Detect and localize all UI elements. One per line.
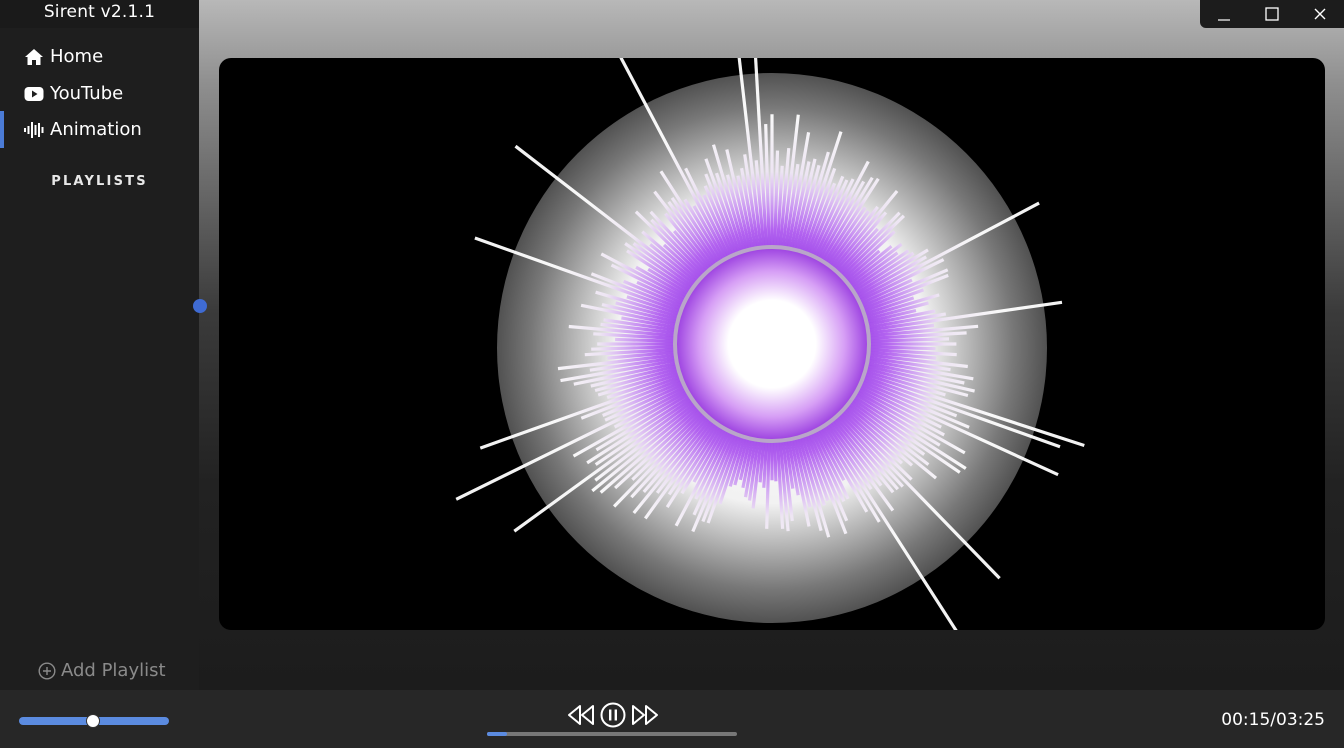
visualizer-core-ring [673,245,871,443]
pause-circle-icon [600,702,626,728]
app-title: Sirent v2.1.1 [0,0,199,28]
previous-button[interactable] [566,703,596,727]
current-time: 00:15 [1221,710,1271,730]
fast-forward-icon [632,705,658,725]
pause-button[interactable] [599,701,627,729]
home-icon [24,47,46,67]
visualizer-bar [842,201,1040,309]
time-display: 00:15 / 03:25 [1221,710,1325,730]
audio-wave-icon [24,120,46,140]
add-playlist-button[interactable]: Add Playlist [38,660,166,681]
rewind-icon [568,705,594,725]
add-playlist-label: Add Playlist [61,660,166,681]
audio-visualizer [455,58,1085,630]
sidebar-item-youtube[interactable]: YouTube [0,75,199,112]
sidebar-item-home[interactable]: Home [0,38,199,75]
plus-circle-icon [38,661,56,680]
minimize-button[interactable] [1200,0,1248,28]
sidebar-item-animation[interactable]: Animation [0,111,199,148]
next-button[interactable] [630,703,660,727]
playlists-heading: PLAYLISTS [51,174,148,189]
visualizer-stage [219,58,1325,630]
player-bar [0,690,1344,748]
playback-controls [566,701,660,729]
maximize-icon [1265,7,1279,21]
sidebar-item-label: Home [50,46,104,67]
close-button[interactable] [1296,0,1344,28]
volume-slider-thumb[interactable] [85,714,100,728]
sidebar: Sirent v2.1.1 Home YouTube Animation PLA… [0,0,199,690]
seek-bar[interactable] [487,732,737,736]
sidebar-item-label: YouTube [50,83,124,104]
active-indicator [0,111,4,148]
sidebar-item-label: Animation [50,119,142,140]
close-icon [1314,8,1326,20]
seek-bar-progress [487,732,507,736]
window-controls [1200,0,1344,28]
minimize-icon [1218,19,1230,21]
main-area [199,0,1344,690]
youtube-icon [24,84,46,104]
sidebar-resize-handle[interactable] [193,299,207,313]
total-time: 03:25 [1276,710,1325,730]
maximize-button[interactable] [1248,0,1296,28]
